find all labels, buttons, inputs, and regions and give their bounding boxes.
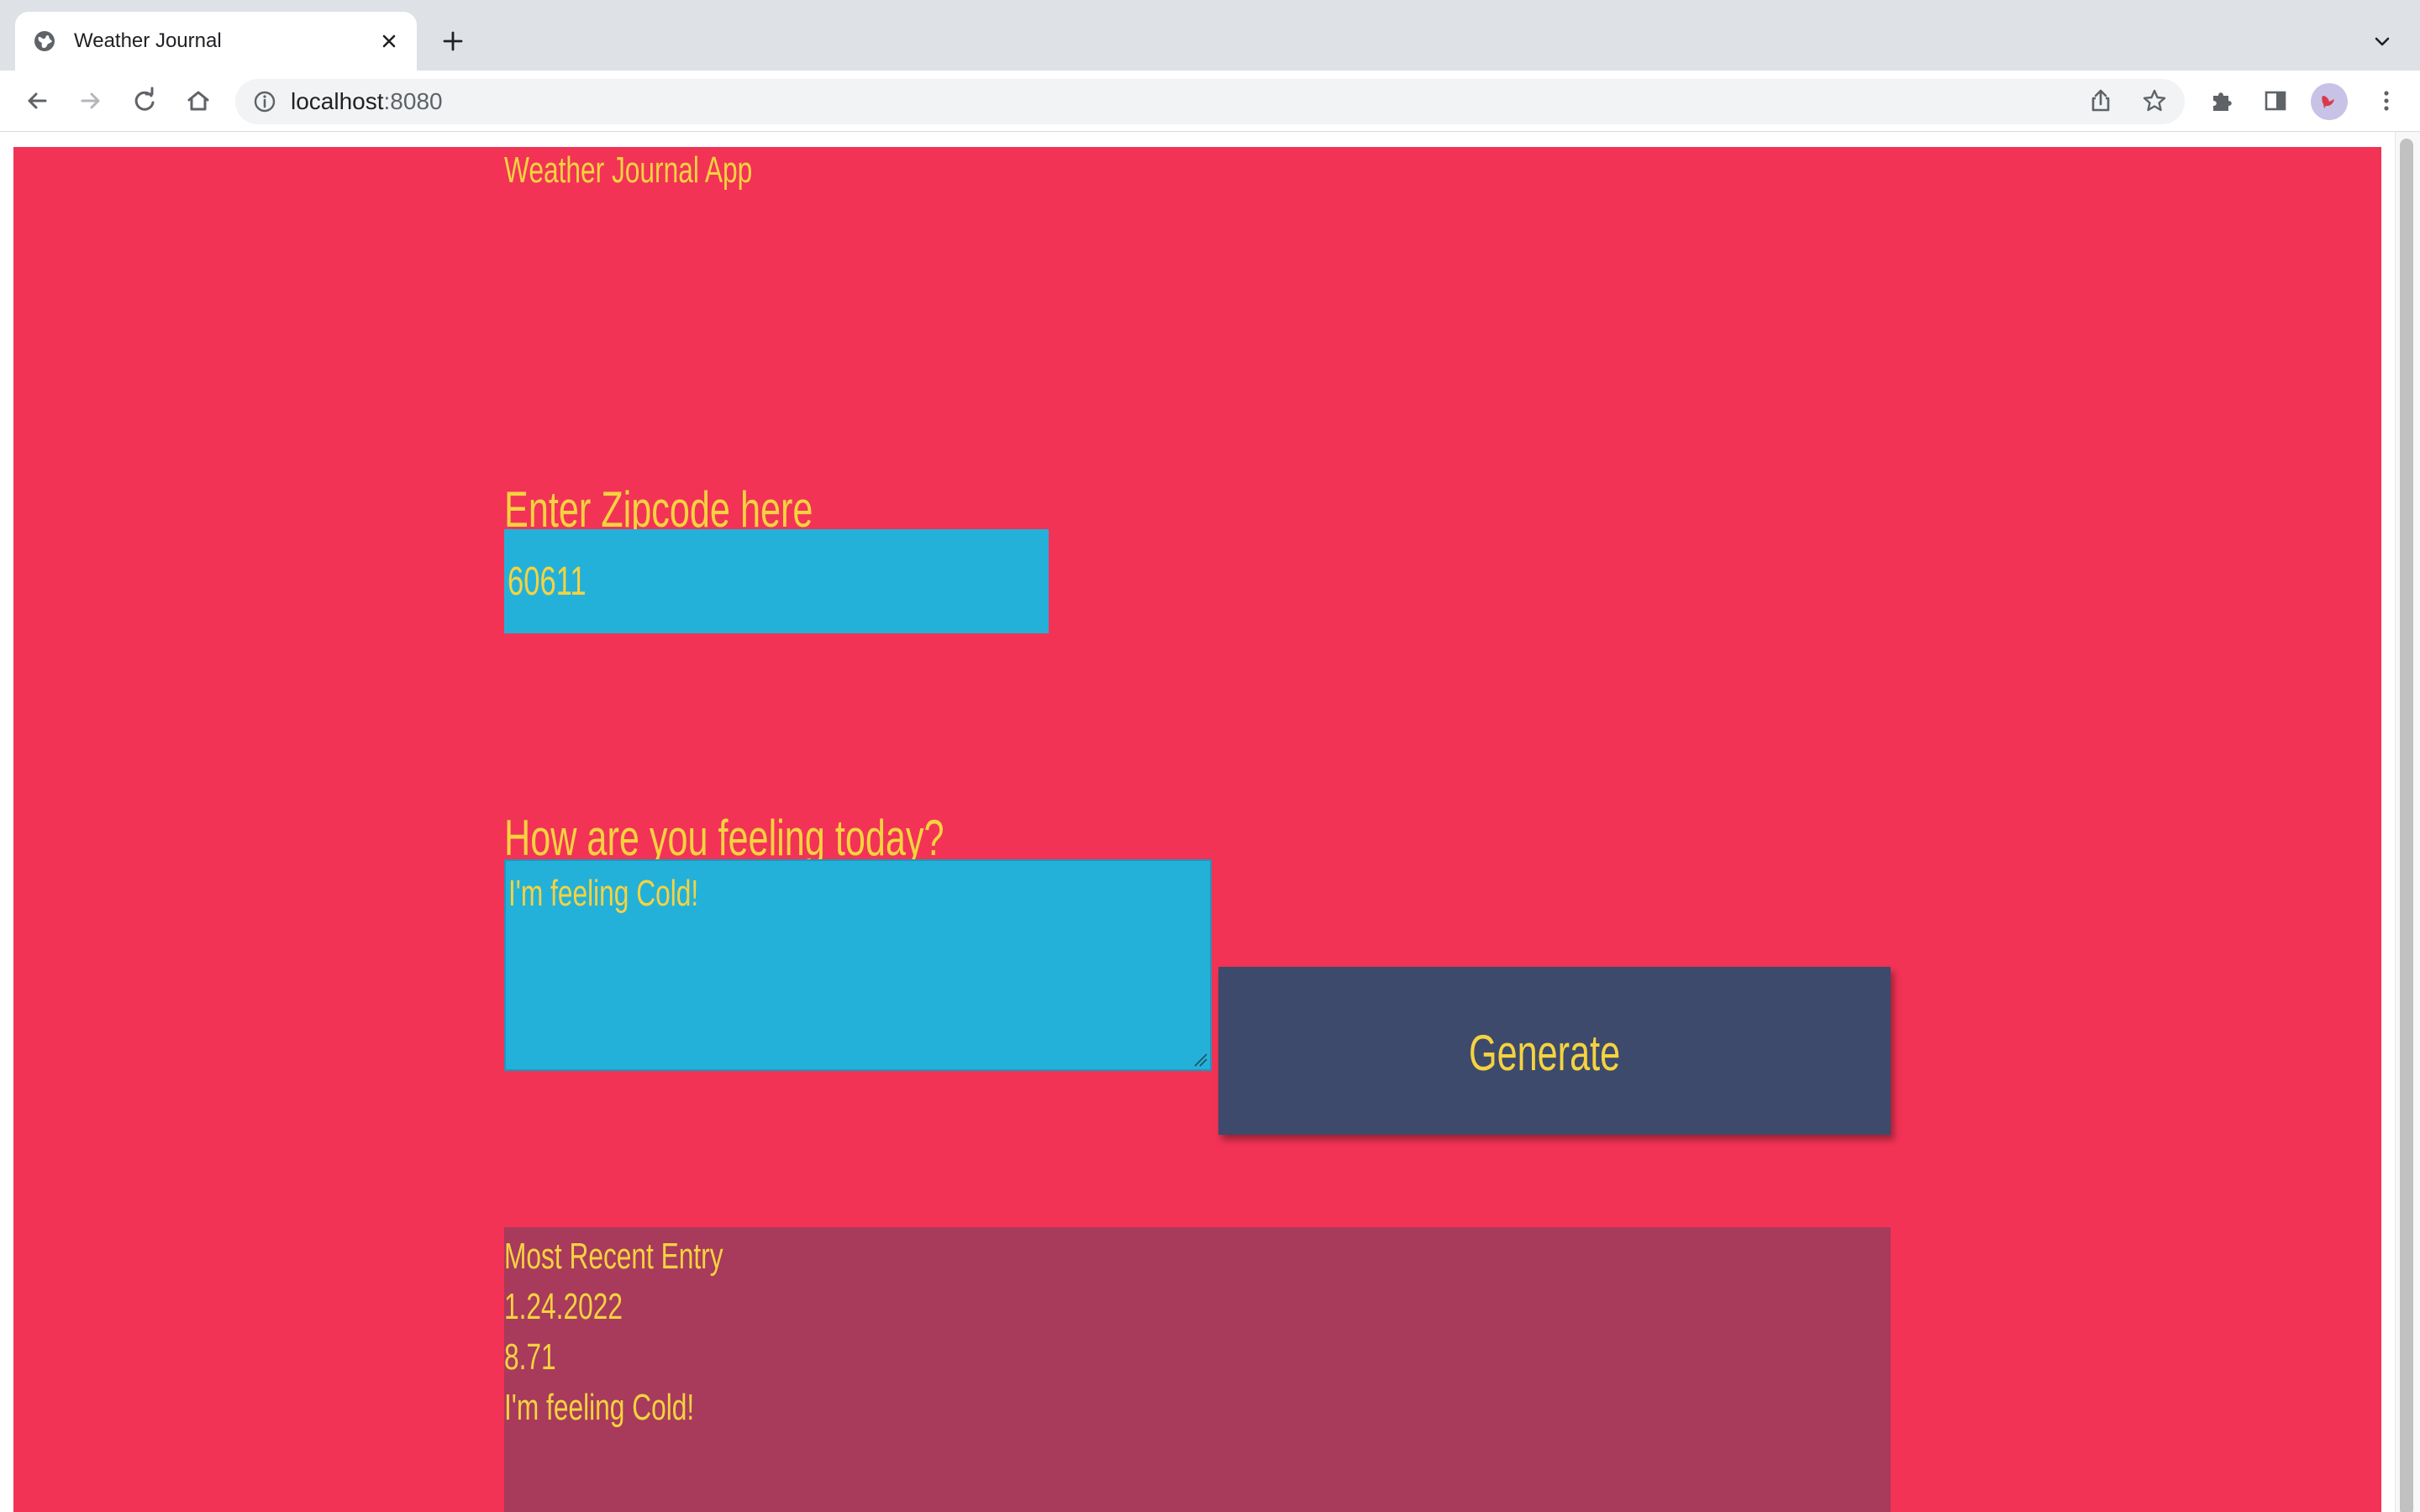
globe-icon [34,31,55,51]
zip-input-value: 60611 [508,559,587,604]
address-port: :8080 [383,88,443,114]
close-icon[interactable] [376,29,402,54]
resize-handle-icon[interactable] [1192,1051,1208,1068]
feelings-textarea-value: I'm feeling Cold! [508,873,699,914]
info-icon[interactable] [252,89,277,114]
address-bar[interactable] [235,79,2185,124]
share-icon[interactable] [2086,86,2116,116]
forward-arrow-icon[interactable] [76,86,106,116]
home-icon[interactable] [183,86,213,116]
entry-date: 1.24.2022 [504,1286,623,1327]
address-url[interactable]: localhost:8080 [291,85,443,118]
reload-icon[interactable] [129,86,160,116]
entry-temp: 8.71 [504,1336,556,1378]
bookmark-star-icon[interactable] [2139,86,2170,116]
address-host: localhost [291,88,384,114]
page-viewport: Weather Journal App Enter Zipcode here 6… [0,132,2420,1512]
tab-title: Weather Journal [74,29,222,52]
back-arrow-icon[interactable] [22,86,52,116]
entry-heading: Most Recent Entry [504,1236,723,1277]
entry-content: I'm feeling Cold! [504,1387,695,1428]
app-title: Weather Journal App [504,150,753,191]
avatar-bird-icon [2322,96,2334,108]
scrollbar-thumb[interactable] [2400,139,2413,1512]
extensions-icon[interactable] [2207,86,2237,116]
generate-button-label: Generate [1469,1025,1621,1081]
side-panel-icon[interactable] [2260,86,2291,116]
chevron-down-icon[interactable] [2370,29,2395,54]
more-menu-icon[interactable] [2371,86,2402,116]
new-tab-icon[interactable] [439,27,467,55]
